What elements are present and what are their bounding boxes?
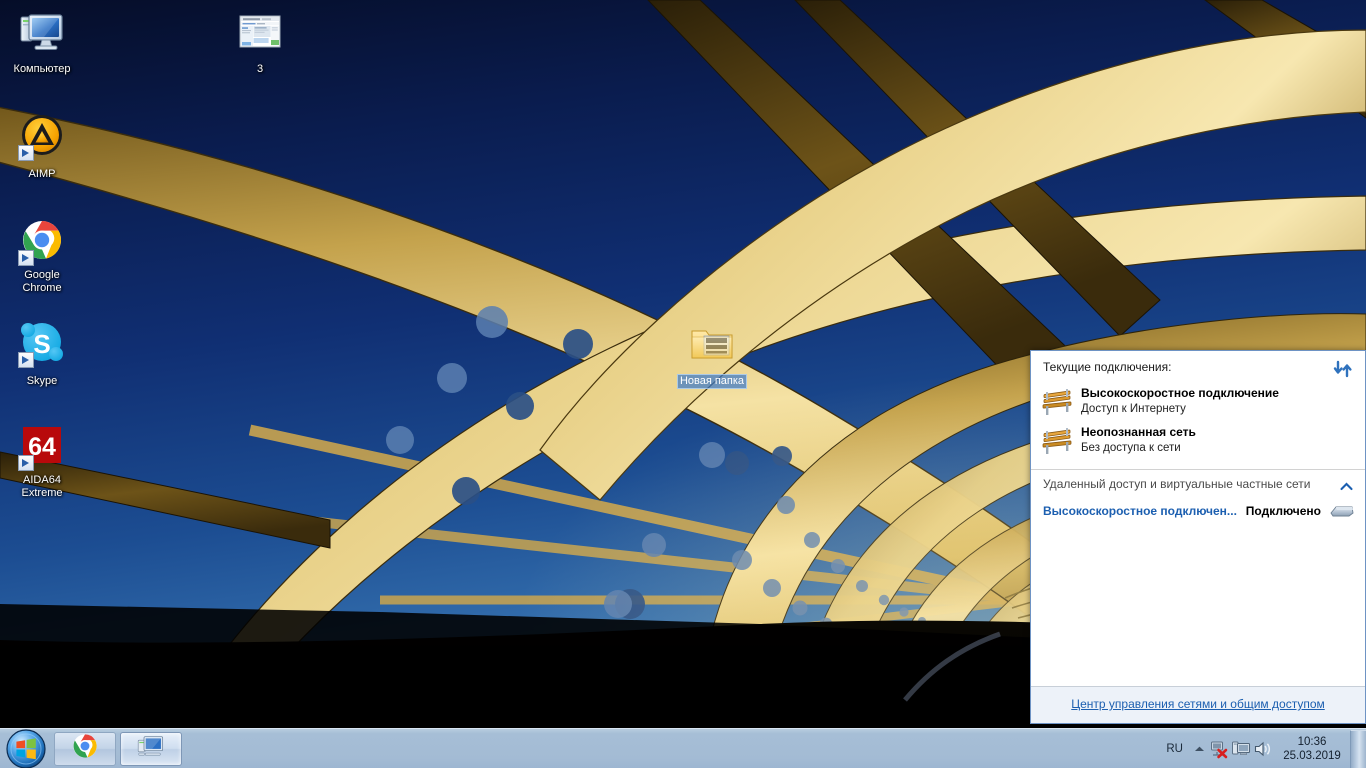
shortcut-overlay-icon [18,455,34,471]
network-connection-name: Неопознанная сеть [1081,425,1196,439]
desktop-icon-label: Google Chrome [22,269,62,294]
shortcut-overlay-icon [18,145,34,161]
svg-text:S: S [33,329,50,359]
taskbar: RU 10:36 25.03.2019 [0,728,1366,768]
network-connection-name: Высокоскоростное подключение [1081,386,1279,400]
speaker-icon[interactable] [1252,737,1274,761]
network-flyout-panel: Текущие подключения: Высокоскоростное по… [1030,350,1366,724]
desktop-screen: Компьютер 3 AIMP Google Chrome S Skype 6… [0,0,1366,768]
language-indicator[interactable]: RU [1159,743,1190,755]
desktop-icon-aida64[interactable]: 64 AIDA64 Extreme [4,423,80,501]
bench-network-icon [1041,387,1073,417]
desktop-icon-label: Компьютер [13,63,71,75]
desktop-icon-chrome[interactable]: Google Chrome [4,218,80,296]
desktop-icon-label: AIDA64 Extreme [21,474,63,499]
vpn-connection-state: Подключено [1245,504,1321,518]
network-connection-text: Неопознанная сеть Без доступа к сети [1081,425,1196,456]
clock[interactable]: 10:36 25.03.2019 [1274,735,1348,763]
network-connection-text: Высокоскоростное подключение Доступ к Ин… [1081,386,1279,417]
refresh-arrows-icon[interactable] [1333,360,1353,378]
vpn-group-header[interactable]: Удаленный доступ и виртуальные частные с… [1031,470,1365,498]
clock-date: 25.03.2019 [1283,749,1341,762]
network-panel-footer: Центр управления сетями и общим доступом [1031,686,1365,723]
computer-icon [18,8,66,56]
desktop-icon-new-folder[interactable]: Новая папка [674,315,750,389]
taskbar-button-computer[interactable] [120,731,182,766]
network-panel-body: Текущие подключения: Высокоскоростное по… [1031,351,1365,686]
show-hidden-icons-button[interactable] [1190,738,1208,760]
chrome-icon [18,218,66,266]
system-tray: RU 10:36 25.03.2019 [1159,729,1366,768]
network-error-icon[interactable] [1208,737,1230,761]
clock-time: 10:36 [1297,735,1327,748]
network-connection-status: Доступ к Интернету [1081,402,1186,415]
desktop-icon-aimp[interactable]: AIMP [4,113,80,182]
folder-icon [681,315,745,375]
chevron-up-icon[interactable] [1340,480,1353,490]
desktop-icon-skype[interactable]: S Skype [4,320,80,389]
skype-icon: S [18,320,66,368]
vpn-connection-row[interactable]: Высокоскоростное подключен... Подключено [1031,498,1365,524]
display-icon[interactable] [1230,737,1252,761]
aida64-icon: 64 [18,423,66,471]
shortcut-overlay-icon [18,352,34,368]
desktop-icon-image3[interactable]: 3 [222,8,298,77]
bench-network-icon [1041,426,1073,456]
network-connection-row[interactable]: Неопознанная сеть Без доступа к сети [1031,421,1365,460]
current-connections-label: Текущие подключения: [1043,360,1172,374]
computer-icon [136,732,166,765]
network-panel-header: Текущие подключения: [1031,351,1365,382]
desktop-icon-label: Skype [26,375,58,387]
chrome-icon [71,732,99,765]
network-connection-status: Без доступа к сети [1081,441,1181,454]
shortcut-overlay-icon [18,250,34,266]
network-connection-row[interactable]: Высокоскоростное подключение Доступ к Ин… [1031,382,1365,421]
aimp-icon [18,113,66,161]
taskbar-button-chrome[interactable] [54,731,116,766]
vpn-connection-name: Высокоскоростное подключен... [1043,504,1237,518]
desktop-icon-computer[interactable]: Компьютер [4,8,80,77]
modem-icon [1329,503,1355,519]
desktop-icon-label: 3 [256,63,264,75]
desktop-icon-label: Новая папка [676,374,748,389]
start-button[interactable] [2,728,50,768]
desktop-icon-label: AIMP [28,168,56,180]
network-sharing-center-link[interactable]: Центр управления сетями и общим доступом [1071,697,1325,711]
image-thumb-icon [236,8,284,56]
show-desktop-button[interactable] [1350,729,1366,768]
vpn-group-label: Удаленный доступ и виртуальные частные с… [1043,477,1311,491]
